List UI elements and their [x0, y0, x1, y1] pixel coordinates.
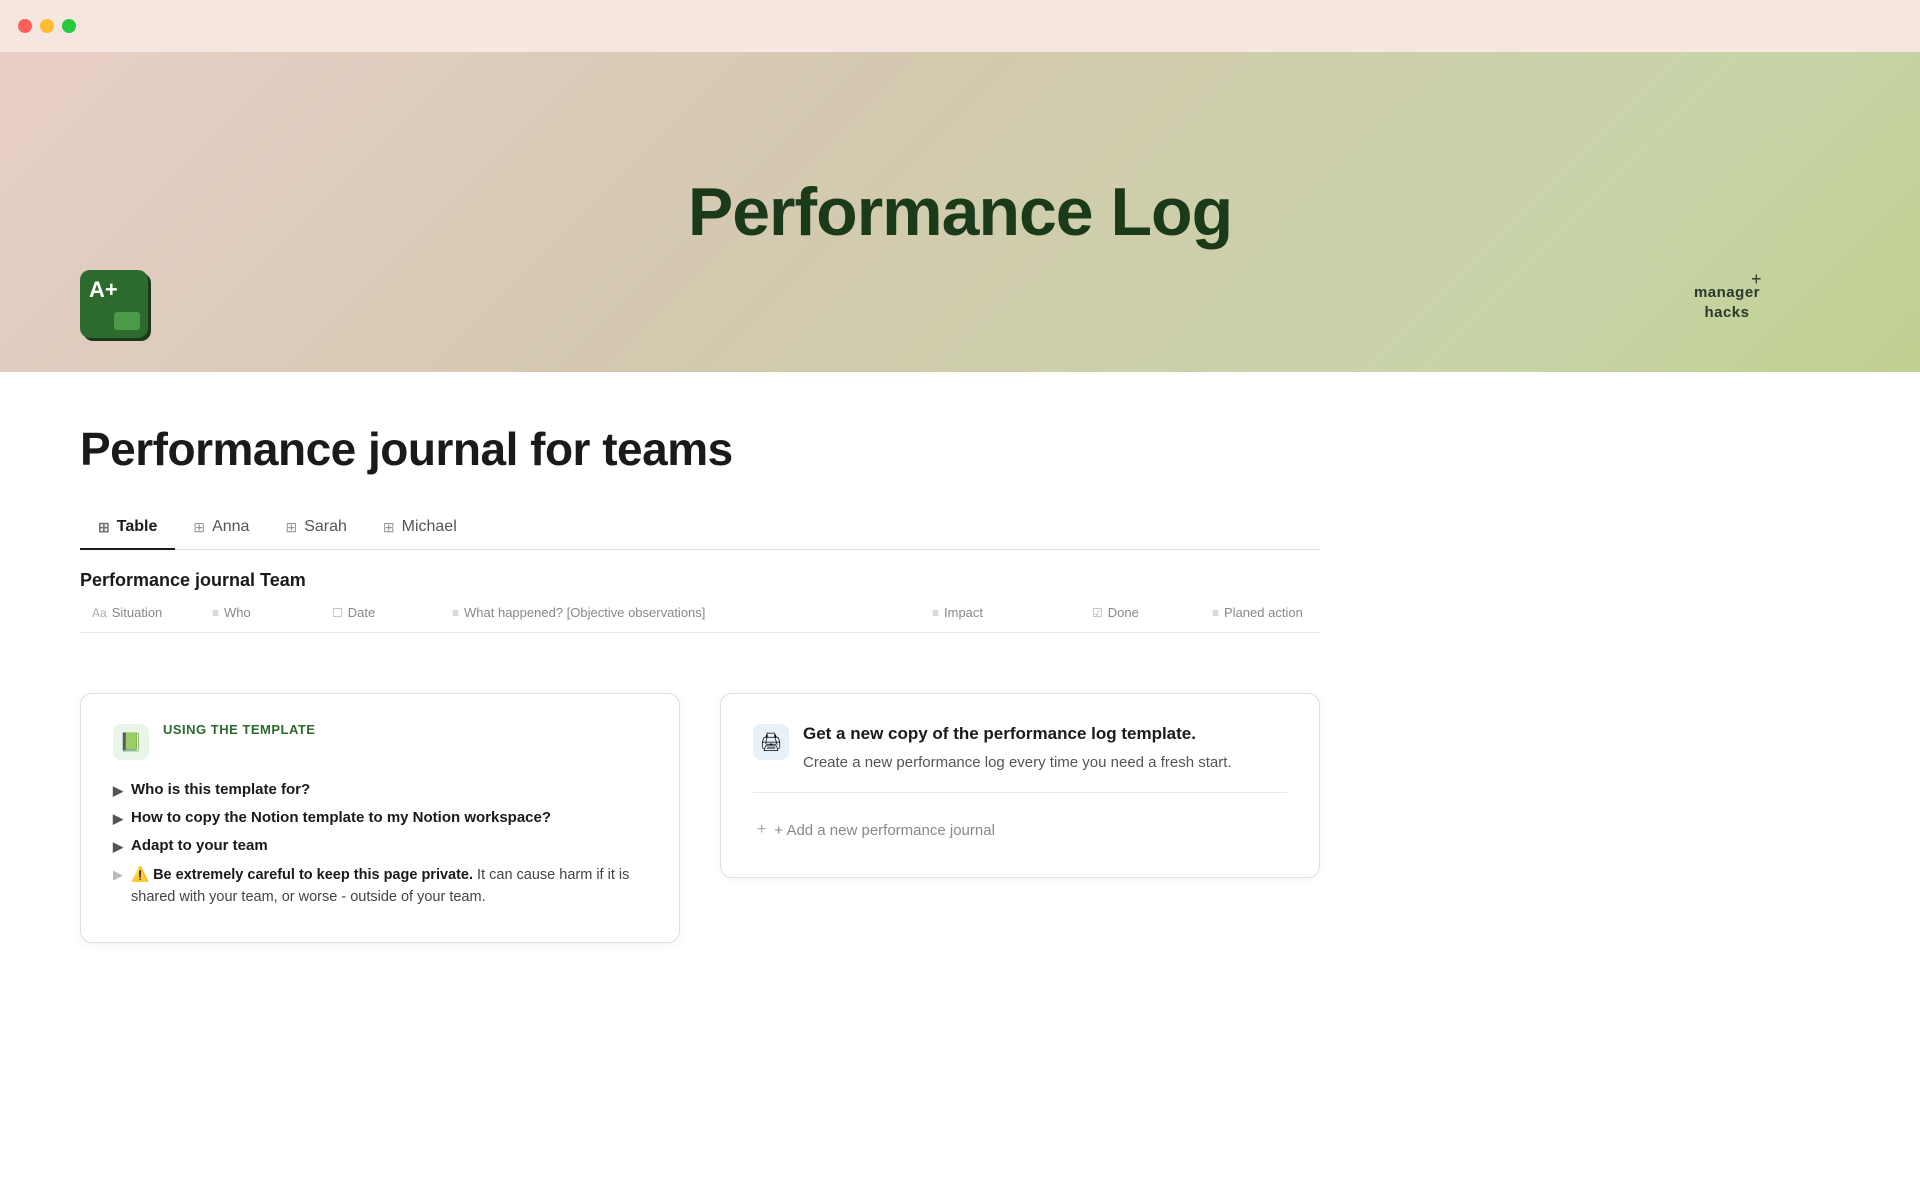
list-item-warning: ▶ ⚠️ Be extremely careful to keep this p… — [113, 860, 647, 914]
warning-bold: ⚠️ Be extremely careful to keep this pag… — [131, 867, 473, 883]
table-section: Performance journal Team Aa Situation ≡ … — [80, 570, 1320, 633]
michael-table-icon: ⊞ — [383, 519, 395, 536]
list-item-how: ▶ How to copy the Notion template to my … — [113, 804, 647, 832]
copy-icon: 🖨 — [753, 724, 789, 760]
col-date: ☐ Date — [320, 601, 440, 624]
arrow-icon-1: ▶ — [113, 783, 123, 799]
close-button[interactable] — [18, 19, 32, 33]
tab-table[interactable]: ⊞ Table — [80, 508, 175, 550]
card-divider — [753, 792, 1287, 793]
table-title: Performance journal Team — [80, 570, 1320, 591]
tab-sarah[interactable]: ⊞ Sarah — [267, 508, 364, 550]
col-done: ☑ Done — [1080, 601, 1200, 624]
col-planned-action: ≡ Planed action — [1200, 601, 1360, 624]
template-icon: 📗 — [113, 724, 149, 760]
col-who: ≡ Who — [200, 601, 320, 624]
template-bullet-list: ▶ Who is this template for? ▶ How to cop… — [113, 776, 647, 914]
list-item-adapt: ▶ Adapt to your team — [113, 832, 647, 860]
arrow-icon-4: ▶ — [113, 867, 123, 883]
anna-table-icon: ⊞ — [193, 519, 205, 536]
hero-title: Performance Log — [688, 173, 1232, 251]
minimize-button[interactable] — [40, 19, 54, 33]
table-columns: Aa Situation ≡ Who ☐ Date ≡ What happene… — [80, 601, 1320, 633]
cards-row: 📗 USING THE TEMPLATE ▶ Who is this templ… — [80, 693, 1320, 943]
hero-icon: A+ — [80, 270, 152, 342]
col-what-happened: ≡ What happened? [Objective observations… — [440, 601, 920, 624]
tab-anna[interactable]: ⊞ Anna — [175, 508, 267, 550]
section-label: USING THE TEMPLATE — [163, 722, 647, 737]
tab-michael[interactable]: ⊞ Michael — [365, 508, 475, 550]
page-title: Performance journal for teams — [80, 422, 1320, 476]
tabs-bar: ⊞ Table ⊞ Anna ⊞ Sarah ⊞ Michael — [80, 508, 1320, 550]
card-right-header: 🖨 Get a new copy of the performance log … — [753, 722, 1287, 774]
titlebar — [0, 0, 1920, 52]
main-content: Performance journal for teams ⊞ Table ⊞ … — [0, 372, 1400, 1003]
brand-logo: + managerhacks — [1694, 283, 1760, 322]
card-right-title: Get a new copy of the performance log te… — [803, 722, 1287, 746]
using-template-card: 📗 USING THE TEMPLATE ▶ Who is this templ… — [80, 693, 680, 943]
table-icon: ⊞ — [98, 519, 110, 536]
add-journal-button[interactable]: + + Add a new performance journal — [753, 811, 1287, 849]
arrow-icon-3: ▶ — [113, 839, 123, 855]
maximize-button[interactable] — [62, 19, 76, 33]
card-left-header: 📗 USING THE TEMPLATE — [113, 722, 647, 760]
arrow-icon-2: ▶ — [113, 811, 123, 827]
add-icon: + — [757, 821, 766, 839]
new-copy-card: 🖨 Get a new copy of the performance log … — [720, 693, 1320, 878]
sarah-table-icon: ⊞ — [285, 519, 297, 536]
col-situation: Aa Situation — [80, 601, 200, 624]
hero-banner: Performance Log A+ + managerhacks — [0, 52, 1920, 372]
card-right-subtitle: Create a new performance log every time … — [803, 752, 1287, 775]
col-impact: ≡ Impact — [920, 601, 1080, 624]
list-item-who: ▶ Who is this template for? — [113, 776, 647, 804]
